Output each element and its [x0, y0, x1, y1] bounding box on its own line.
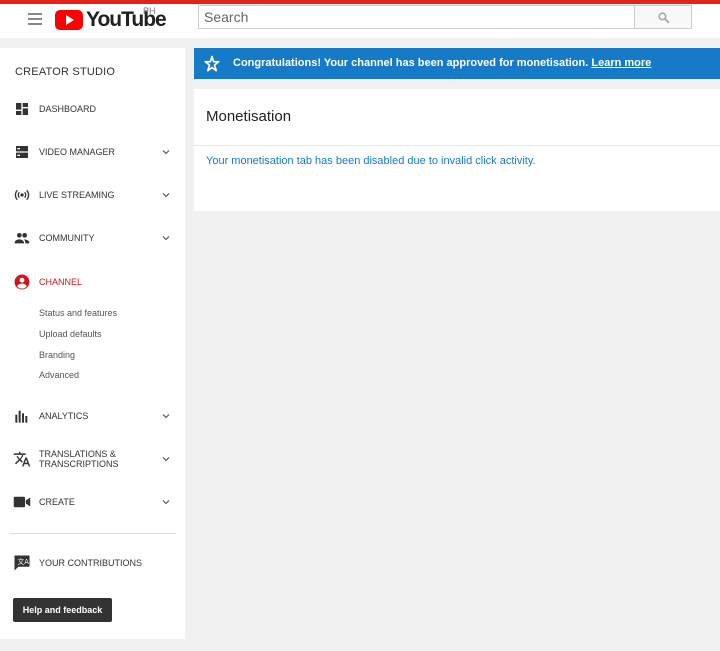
- subitem-upload-defaults[interactable]: Upload defaults: [39, 329, 102, 339]
- banner-text: Congratulations! Your channel has been a…: [233, 57, 651, 69]
- live-streaming-icon: [13, 186, 31, 204]
- sidebar-item-label: CHANNEL: [39, 277, 83, 287]
- sidebar-item-video-manager[interactable]: VIDEO MANAGER: [0, 139, 185, 165]
- sidebar-item-channel[interactable]: CHANNEL: [0, 269, 185, 295]
- star-icon: [204, 55, 220, 72]
- contributions-icon: 文A: [13, 554, 31, 572]
- logo-region: PH: [143, 6, 156, 16]
- sidebar-item-label: ANALYTICS: [39, 411, 89, 421]
- sidebar-item-create[interactable]: CREATE: [0, 489, 185, 515]
- sidebar-item-contributions[interactable]: 文A YOUR CONTRIBUTIONS: [0, 550, 185, 576]
- sidebar-item-live-streaming[interactable]: LIVE STREAMING: [0, 182, 185, 208]
- chevron-down-icon[interactable]: [160, 453, 172, 465]
- banner-message: Congratulations! Your channel has been a…: [233, 57, 589, 69]
- search-button[interactable]: [634, 5, 692, 29]
- translations-label-line1: TRANSLATIONS &: [39, 449, 116, 459]
- sidebar-item-label: LIVE STREAMING: [39, 190, 115, 200]
- menu-icon[interactable]: [28, 13, 42, 25]
- learn-more-link[interactable]: Learn more: [591, 57, 651, 69]
- chevron-down-icon[interactable]: [160, 146, 172, 158]
- sidebar-title: CREATOR STUDIO: [15, 66, 116, 78]
- page-title: Monetisation: [206, 108, 292, 125]
- channel-icon: [13, 273, 31, 291]
- monetisation-disabled-message: Your monetisation tab has been disabled …: [206, 155, 536, 167]
- monetisation-approved-banner: Congratulations! Your channel has been a…: [194, 48, 720, 79]
- sidebar-divider: [10, 533, 176, 534]
- video-manager-icon: [13, 143, 31, 161]
- monetisation-card: Monetisation Your monetisation tab has b…: [194, 89, 720, 211]
- chevron-down-icon[interactable]: [160, 496, 172, 508]
- create-icon: [13, 493, 31, 511]
- analytics-icon: [13, 407, 31, 425]
- masthead: YouTube PH: [0, 4, 720, 38]
- translate-icon: [13, 450, 31, 468]
- community-icon: [13, 229, 31, 247]
- search-input[interactable]: [199, 6, 634, 28]
- dashboard-icon: [13, 100, 31, 118]
- help-feedback-button[interactable]: Help and feedback: [13, 598, 112, 622]
- sidebar-item-label: COMMUNITY: [39, 233, 95, 243]
- chevron-down-icon[interactable]: [160, 232, 172, 244]
- sidebar-item-label: VIDEO MANAGER: [39, 147, 116, 157]
- sidebar-item-label: TRANSLATIONS & TRANSCRIPTIONS: [39, 449, 119, 469]
- search-icon: [657, 11, 669, 23]
- sidebar-item-community[interactable]: COMMUNITY: [0, 225, 185, 251]
- chevron-down-icon[interactable]: [160, 410, 172, 422]
- sidebar-item-dashboard[interactable]: DASHBOARD: [0, 96, 185, 122]
- sidebar-item-label: YOUR CONTRIBUTIONS: [39, 558, 143, 568]
- subitem-branding[interactable]: Branding: [39, 350, 75, 360]
- svg-text:文A: 文A: [18, 557, 30, 566]
- sidebar-item-translations[interactable]: TRANSLATIONS & TRANSCRIPTIONS: [0, 446, 185, 472]
- sidebar-item-label: DASHBOARD: [39, 104, 97, 114]
- creator-studio-sidebar: CREATOR STUDIO DASHBOARD VIDEO MANAGER L…: [0, 48, 185, 639]
- subitem-status-features[interactable]: Status and features: [39, 308, 117, 318]
- search-box: [198, 5, 635, 29]
- sidebar-item-analytics[interactable]: ANALYTICS: [0, 403, 185, 429]
- play-logo-icon: [55, 10, 83, 30]
- translations-label-line2: TRANSCRIPTIONS: [39, 459, 119, 469]
- chevron-down-icon[interactable]: [160, 189, 172, 201]
- sidebar-item-label: CREATE: [39, 497, 75, 507]
- card-divider: [194, 145, 720, 146]
- subitem-advanced[interactable]: Advanced: [39, 370, 79, 380]
